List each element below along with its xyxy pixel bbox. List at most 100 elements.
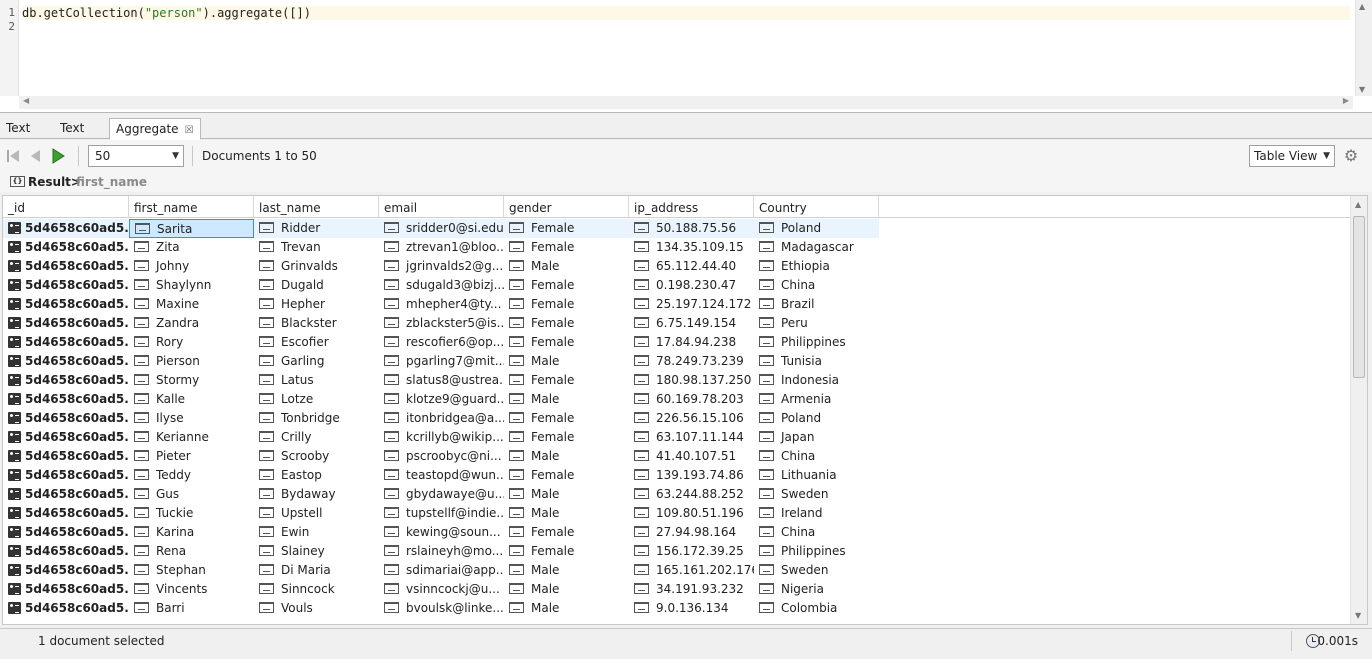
cell-country[interactable]: Armenia xyxy=(754,390,879,409)
cell-first-name[interactable]: Barri xyxy=(129,599,254,618)
cell-country[interactable]: Poland xyxy=(754,219,879,238)
cell-ip-address[interactable]: 27.94.98.164 xyxy=(629,523,754,542)
cell-email[interactable]: mhepher4@ty... xyxy=(379,295,504,314)
cell-gender[interactable]: Male xyxy=(504,352,629,371)
table-row[interactable]: 5d4658c60ad5... Maxine Hepher mhepher4@ty..… xyxy=(3,295,1351,314)
cell-country[interactable]: Peru xyxy=(754,314,879,333)
cell-country[interactable]: China xyxy=(754,276,879,295)
cell-first-name[interactable]: Karina xyxy=(129,523,254,542)
close-tab-icon[interactable]: ☒ xyxy=(185,125,194,136)
cell-email[interactable]: itonbridgea@a... xyxy=(379,409,504,428)
breadcrumb-field[interactable]: first_name xyxy=(76,175,147,189)
scrollbar-thumb[interactable] xyxy=(1353,216,1365,378)
cell-id[interactable]: 5d4658c60ad5... xyxy=(3,523,129,542)
cell-id[interactable]: 5d4658c60ad5... xyxy=(3,295,129,314)
cell-id[interactable]: 5d4658c60ad5... xyxy=(3,390,129,409)
scroll-down-icon[interactable]: ▼ xyxy=(1355,611,1361,620)
page-size-select[interactable]: 50 ▼ xyxy=(88,145,184,167)
cell-gender[interactable]: Female xyxy=(504,238,629,257)
cell-last-name[interactable]: Vouls xyxy=(254,599,379,618)
cell-first-name[interactable]: Gus xyxy=(129,485,254,504)
cell-email[interactable]: kewing@soun... xyxy=(379,523,504,542)
cell-gender[interactable]: Female xyxy=(504,371,629,390)
cell-last-name[interactable]: Garling xyxy=(254,352,379,371)
cell-first-name[interactable]: Tuckie xyxy=(129,504,254,523)
results-table[interactable]: _id first_name last_name email gender ip… xyxy=(2,195,1368,625)
cell-first-name[interactable]: Maxine xyxy=(129,295,254,314)
table-row[interactable]: 5d4658c60ad5... Gus Bydaway gbydawaye@u... M… xyxy=(3,485,1351,504)
cell-country[interactable]: China xyxy=(754,523,879,542)
cell-gender[interactable]: Male xyxy=(504,561,629,580)
cell-gender[interactable]: Male xyxy=(504,580,629,599)
cell-email[interactable]: pscroobyc@ni... xyxy=(379,447,504,466)
tab-text-1[interactable]: Text xyxy=(0,118,36,139)
table-row[interactable]: 5d4658c60ad5... Karina Ewin kewing@soun... F… xyxy=(3,523,1351,542)
cell-id[interactable]: 5d4658c60ad5... xyxy=(3,561,129,580)
code-line[interactable]: db.getCollection("person").aggregate([]) xyxy=(22,6,1350,20)
cell-country[interactable]: Poland xyxy=(754,409,879,428)
query-editor[interactable]: 1 2 db.getCollection("person").aggregate… xyxy=(0,0,1372,113)
cell-last-name[interactable]: Ridder xyxy=(254,219,379,238)
cell-country[interactable]: China xyxy=(754,447,879,466)
cell-email[interactable]: zblackster5@is.... xyxy=(379,314,504,333)
cell-ip-address[interactable]: 63.244.88.252 xyxy=(629,485,754,504)
table-vertical-scrollbar[interactable]: ▲ ▼ xyxy=(1350,196,1367,624)
cell-email[interactable]: sdimariai@app... xyxy=(379,561,504,580)
cell-last-name[interactable]: Tonbridge xyxy=(254,409,379,428)
table-row[interactable]: 5d4658c60ad5... Stephan Di Maria sdimariai@… xyxy=(3,561,1351,580)
cell-gender[interactable]: Male xyxy=(504,599,629,618)
cell-ip-address[interactable]: 156.172.39.25 xyxy=(629,542,754,561)
cell-email[interactable]: klotze9@guard... xyxy=(379,390,504,409)
cell-ip-address[interactable]: 63.107.11.144 xyxy=(629,428,754,447)
code-line-empty[interactable] xyxy=(22,20,1352,34)
cell-email[interactable]: rescofier6@op... xyxy=(379,333,504,352)
cell-email[interactable]: vsinncockj@u... xyxy=(379,580,504,599)
cell-last-name[interactable]: Ewin xyxy=(254,523,379,542)
scroll-up-icon[interactable]: ▲ xyxy=(1355,200,1361,209)
column-header-id[interactable]: _id xyxy=(3,196,129,218)
table-row[interactable]: 5d4658c60ad5... Teddy Eastop teastopd@wun..… xyxy=(3,466,1351,485)
cell-id[interactable]: 5d4658c60ad5... xyxy=(3,409,129,428)
cell-ip-address[interactable]: 60.169.78.203 xyxy=(629,390,754,409)
cell-last-name[interactable]: Slainey xyxy=(254,542,379,561)
cell-last-name[interactable]: Eastop xyxy=(254,466,379,485)
cell-ip-address[interactable]: 65.112.44.40 xyxy=(629,257,754,276)
column-header-email[interactable]: email xyxy=(379,196,504,218)
cell-country[interactable]: Ethiopia xyxy=(754,257,879,276)
cell-gender[interactable]: Male xyxy=(504,390,629,409)
prev-page-icon[interactable] xyxy=(27,148,43,164)
next-page-icon[interactable] xyxy=(50,148,66,164)
scroll-down-icon[interactable]: ▼ xyxy=(1359,85,1365,94)
cell-id[interactable]: 5d4658c60ad5... xyxy=(3,333,129,352)
table-row[interactable]: 5d4658c60ad5... Rory Escofier rescofier6@op… xyxy=(3,333,1351,352)
cell-email[interactable]: teastopd@wun... xyxy=(379,466,504,485)
table-row[interactable]: 5d4658c60ad5... Pierson Garling pgarling7@m… xyxy=(3,352,1351,371)
cell-ip-address[interactable]: 41.40.107.51 xyxy=(629,447,754,466)
table-row[interactable]: 5d4658c60ad5... Johny Grinvalds jgrinvalds2… xyxy=(3,257,1351,276)
cell-last-name[interactable]: Scrooby xyxy=(254,447,379,466)
cell-last-name[interactable]: Blackster xyxy=(254,314,379,333)
cell-email[interactable]: pgarling7@mit... xyxy=(379,352,504,371)
cell-gender[interactable]: Female xyxy=(504,295,629,314)
table-row[interactable]: 5d4658c60ad5... Stormy Latus slatus8@ustrea… xyxy=(3,371,1351,390)
breadcrumb-root[interactable]: Result> xyxy=(28,175,81,189)
cell-country[interactable]: Sweden xyxy=(754,485,879,504)
table-row[interactable]: 5d4658c60ad5... Tuckie Upstell tupstellf@in… xyxy=(3,504,1351,523)
cell-id[interactable]: 5d4658c60ad5... xyxy=(3,352,129,371)
cell-gender[interactable]: Female xyxy=(504,466,629,485)
cell-id[interactable]: 5d4658c60ad5... xyxy=(3,276,129,295)
cell-ip-address[interactable]: 17.84.94.238 xyxy=(629,333,754,352)
cell-ip-address[interactable]: 109.80.51.196 xyxy=(629,504,754,523)
column-header-country[interactable]: Country xyxy=(754,196,879,218)
cell-country[interactable]: Philippines xyxy=(754,333,879,352)
cell-email[interactable]: sdugald3@bizj... xyxy=(379,276,504,295)
cell-first-name[interactable]: Zita xyxy=(129,238,254,257)
cell-ip-address[interactable]: 139.193.74.86 xyxy=(629,466,754,485)
cell-gender[interactable]: Female xyxy=(504,314,629,333)
tab-text-2[interactable]: Text xyxy=(54,118,90,139)
table-row[interactable]: 5d4658c60ad5... Zita Trevan ztrevan1@bloo..… xyxy=(3,238,1351,257)
cell-first-name[interactable]: Rena xyxy=(129,542,254,561)
cell-first-name[interactable]: Stephan xyxy=(129,561,254,580)
cell-gender[interactable]: Female xyxy=(504,542,629,561)
cell-last-name[interactable]: Grinvalds xyxy=(254,257,379,276)
